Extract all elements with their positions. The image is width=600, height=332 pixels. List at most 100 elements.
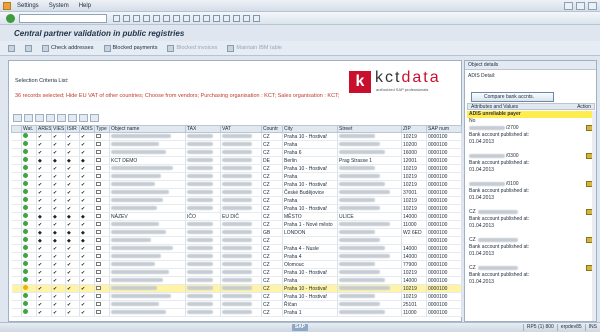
check-addresses-button[interactable]: Check addresses — [42, 44, 94, 52]
row-selector[interactable] — [11, 188, 22, 197]
column-header[interactable]: TAX — [185, 125, 221, 133]
table-row[interactable]: ✔ ✔ ✔ ✔ CZ Praha 10 - Hostivař 10219 0000100 — [11, 284, 462, 293]
row-selector[interactable] — [11, 276, 22, 285]
table-row[interactable]: ✔ ✔ ✔ ✔ CZ Praha 10 - Hostivař 10219 0000100 — [11, 132, 462, 141]
column-header[interactable]: ISIR — [65, 125, 80, 133]
find-icon[interactable] — [163, 14, 170, 22]
table-row[interactable]: ✔ ✔ ✔ ✔ CZ Olomouc 77900 0000100 — [11, 260, 462, 269]
row-selector[interactable] — [11, 140, 22, 149]
table-row[interactable]: ✔ ✔ ✔ ✔ CZ Praha 1 - Nové město 11000 0000100 — [11, 220, 462, 229]
column-header[interactable]: Street — [337, 125, 402, 133]
table-row[interactable]: ✔ ✔ ✔ ✔ CZ Praha 6 16000 0000100 — [11, 148, 462, 157]
column-header[interactable]: SAP num — [426, 125, 462, 133]
minimize-icon[interactable] — [564, 2, 573, 10]
table-row[interactable]: ✔ ✔ ✔ ✔ CZ Praha 10200 0000100 — [11, 140, 462, 149]
row-selector[interactable] — [11, 308, 22, 317]
table-row[interactable]: ✔ ✔ ✔ ✔ CZ Praha 10 - Hostivař 10219 0000100 — [11, 268, 462, 277]
sort-descending-icon[interactable] — [35, 114, 44, 122]
row-selector[interactable] — [11, 284, 22, 293]
row-selector[interactable] — [11, 236, 22, 245]
last-page-icon[interactable] — [213, 14, 220, 22]
table-row[interactable]: ✔ ✔ ✔ ✔ CZ Praha 10 - Hostivař 10219 0000100 — [11, 180, 462, 189]
table-row[interactable]: ✔ ✔ ✔ ✔ CZ Praha 14000 0000100 — [11, 276, 462, 285]
row-selector[interactable] — [11, 180, 22, 189]
details-scrollbar[interactable] — [592, 111, 596, 321]
sort-ascending-icon[interactable] — [24, 114, 33, 122]
table-row[interactable]: ✔ ✔ ✔ ✔ CZ Říčan 25101 0000100 — [11, 300, 462, 309]
menu-system[interactable]: System — [49, 3, 69, 9]
table-row[interactable]: ◆ ◆ ◆ ◆ GB LONDON W2 6ED 0000100 — [11, 228, 462, 237]
row-selector[interactable] — [11, 132, 22, 141]
layout-select-icon[interactable] — [90, 114, 99, 122]
save-icon[interactable] — [113, 14, 120, 22]
previous-page-icon[interactable] — [193, 14, 200, 22]
table-row[interactable]: ◆ ◆ ◆ ◆ KCT DEMO DE Berlin Prag Strasse 1 12001 0… — [11, 156, 462, 165]
row-selector[interactable] — [11, 260, 22, 269]
table-row[interactable]: ✔ ✔ ✔ ✔ CZ Praha 10 - Hostivař 10219 0000100 — [11, 204, 462, 213]
maximize-icon[interactable] — [576, 2, 585, 10]
layout-icon[interactable] — [253, 14, 260, 22]
close-icon[interactable] — [588, 2, 597, 10]
row-selector[interactable] — [11, 220, 22, 229]
column-header[interactable]: Wat. — [21, 125, 37, 133]
table-row[interactable]: ◆ ◆ ◆ ◆ CZ 0000100 — [11, 236, 462, 245]
edit-icon[interactable] — [8, 44, 15, 52]
column-header[interactable]: Type — [94, 125, 110, 133]
exit-icon[interactable] — [133, 14, 140, 22]
column-header[interactable]: VIES — [51, 125, 66, 133]
sum-icon[interactable] — [57, 114, 66, 122]
table-row[interactable]: ✔ ✔ ✔ ✔ CZ Praha 10219 0000100 — [11, 172, 462, 181]
next-page-icon[interactable] — [203, 14, 210, 22]
row-selector[interactable] — [11, 212, 22, 221]
help-icon[interactable] — [243, 14, 250, 22]
row-selector[interactable] — [11, 244, 22, 253]
row-selector[interactable] — [11, 204, 22, 213]
blocked-invoices-button[interactable]: Blocked invoices — [167, 44, 217, 52]
export-icon[interactable] — [79, 114, 88, 122]
new-session-icon[interactable] — [223, 14, 230, 22]
row-selector[interactable] — [11, 252, 22, 261]
column-header[interactable]: ZIP — [401, 125, 427, 133]
command-field[interactable] — [19, 13, 107, 23]
table-row[interactable]: ◆ ◆ ◆ ◆ NÁZEV IČO EU DIČ CZ MĚSTO ULICE 14000 00001… — [11, 212, 462, 221]
row-selector[interactable] — [11, 172, 22, 181]
shortcut-icon[interactable] — [233, 14, 240, 22]
table-row[interactable]: ✔ ✔ ✔ ✔ CZ Praha 4 - Nusle 14000 0000100 — [11, 244, 462, 253]
table-row[interactable]: ✔ ✔ ✔ ✔ CZ České Budějovice 37001 0000100 — [11, 188, 462, 197]
row-selector[interactable] — [11, 292, 22, 301]
column-header[interactable]: ARES — [36, 125, 52, 133]
table-row[interactable]: ✔ ✔ ✔ ✔ CZ Praha 10 - Hostivař 10219 0000100 — [11, 292, 462, 301]
table-row[interactable]: ✔ ✔ ✔ ✔ CZ Praha 10219 0000100 — [11, 196, 462, 205]
column-header[interactable]: City — [282, 125, 338, 133]
column-header[interactable]: Countr — [261, 125, 283, 133]
row-selector[interactable] — [11, 148, 22, 157]
row-selector[interactable] — [11, 164, 22, 173]
blocked-payments-button[interactable]: Blocked payments — [103, 44, 157, 52]
column-header[interactable] — [11, 125, 22, 133]
cancel-icon[interactable] — [143, 14, 150, 22]
find-next-icon[interactable] — [173, 14, 180, 22]
sap-menu-icon[interactable] — [3, 1, 11, 10]
row-selector[interactable] — [11, 300, 22, 309]
details-icon[interactable] — [13, 114, 22, 122]
maintain-ibm-table-button[interactable]: Maintain IBM table — [227, 44, 282, 52]
menu-help[interactable]: Help — [79, 3, 91, 9]
column-header[interactable]: ADIS — [79, 125, 95, 133]
menu-settings[interactable]: Settings — [17, 3, 39, 9]
first-page-icon[interactable] — [183, 14, 190, 22]
display-icon[interactable] — [25, 44, 32, 52]
enter-icon[interactable] — [6, 13, 15, 23]
row-selector[interactable] — [11, 156, 22, 165]
row-selector[interactable] — [11, 228, 22, 237]
compare-bank-accounts-button[interactable]: Compare bank accnts. — [471, 92, 554, 102]
column-header[interactable]: VAT — [220, 125, 262, 133]
row-selector[interactable] — [11, 268, 22, 277]
row-selector[interactable] — [11, 196, 22, 205]
filter-icon[interactable] — [46, 114, 55, 122]
back-icon[interactable] — [123, 14, 130, 22]
print-icon[interactable] — [153, 14, 160, 22]
table-row[interactable]: ✔ ✔ ✔ ✔ CZ Praha 1 11000 0000100 — [11, 308, 462, 317]
print-preview-icon[interactable] — [68, 114, 77, 122]
table-row[interactable]: ✔ ✔ ✔ ✔ CZ Praha 4 14000 0000100 — [11, 252, 462, 261]
table-row[interactable]: ✔ ✔ ✔ ✔ CZ Praha 10 - Hostivař 10219 0000100 — [11, 164, 462, 173]
